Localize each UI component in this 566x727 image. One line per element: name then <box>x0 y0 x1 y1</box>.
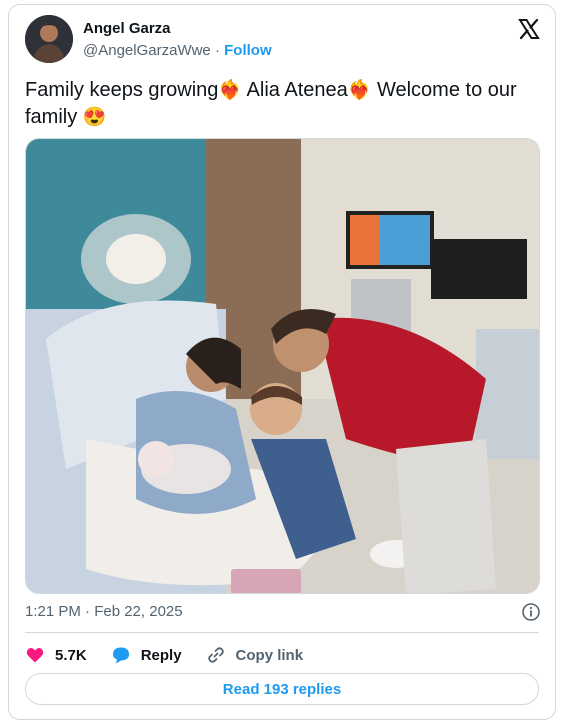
tweet-text-part1: Family keeps growing <box>25 79 219 101</box>
heart-icon <box>26 648 44 663</box>
author-handle[interactable]: @AngelGarzaWwe <box>83 42 211 59</box>
tweet-text-part2: Alia Atenea <box>242 79 348 101</box>
action-bar: 5.7K Reply Copy link <box>25 643 327 667</box>
tweet-photo[interactable] <box>25 138 540 594</box>
info-icon[interactable] <box>521 602 541 622</box>
heart-on-fire-emoji-1: ❤️‍🔥 <box>218 80 243 101</box>
divider <box>25 632 539 633</box>
tweet-timestamp[interactable]: 1:21 PM · Feb 22, 2025 <box>25 603 183 620</box>
reply-button[interactable]: Reply <box>111 645 182 665</box>
copy-link-label: Copy link <box>235 646 304 664</box>
tweet-card: Angel Garza @AngelGarzaWwe · Follow Fami… <box>8 4 556 720</box>
reply-label: Reply <box>140 646 182 664</box>
x-logo-icon[interactable] <box>517 17 541 41</box>
heart-eyes-emoji: 😍 <box>82 107 107 128</box>
link-icon <box>207 647 224 663</box>
reply-bubble-icon <box>112 647 129 664</box>
read-replies-button[interactable]: Read 193 replies <box>25 673 539 705</box>
separator-dot: · <box>214 42 220 59</box>
follow-button[interactable]: Follow <box>224 42 272 59</box>
likes-count: 5.7K <box>55 646 87 664</box>
author-handle-row: @AngelGarzaWwe · Follow <box>83 42 272 59</box>
copy-link-button[interactable]: Copy link <box>206 645 304 665</box>
like-button[interactable]: 5.7K <box>25 645 87 665</box>
heart-on-fire-emoji-2: ❤️‍🔥 <box>347 80 372 101</box>
author-name[interactable]: Angel Garza <box>83 20 171 37</box>
tweet-text: Family keeps growing❤️‍🔥 Alia Atenea❤️‍🔥… <box>25 77 545 131</box>
avatar[interactable] <box>25 15 73 63</box>
